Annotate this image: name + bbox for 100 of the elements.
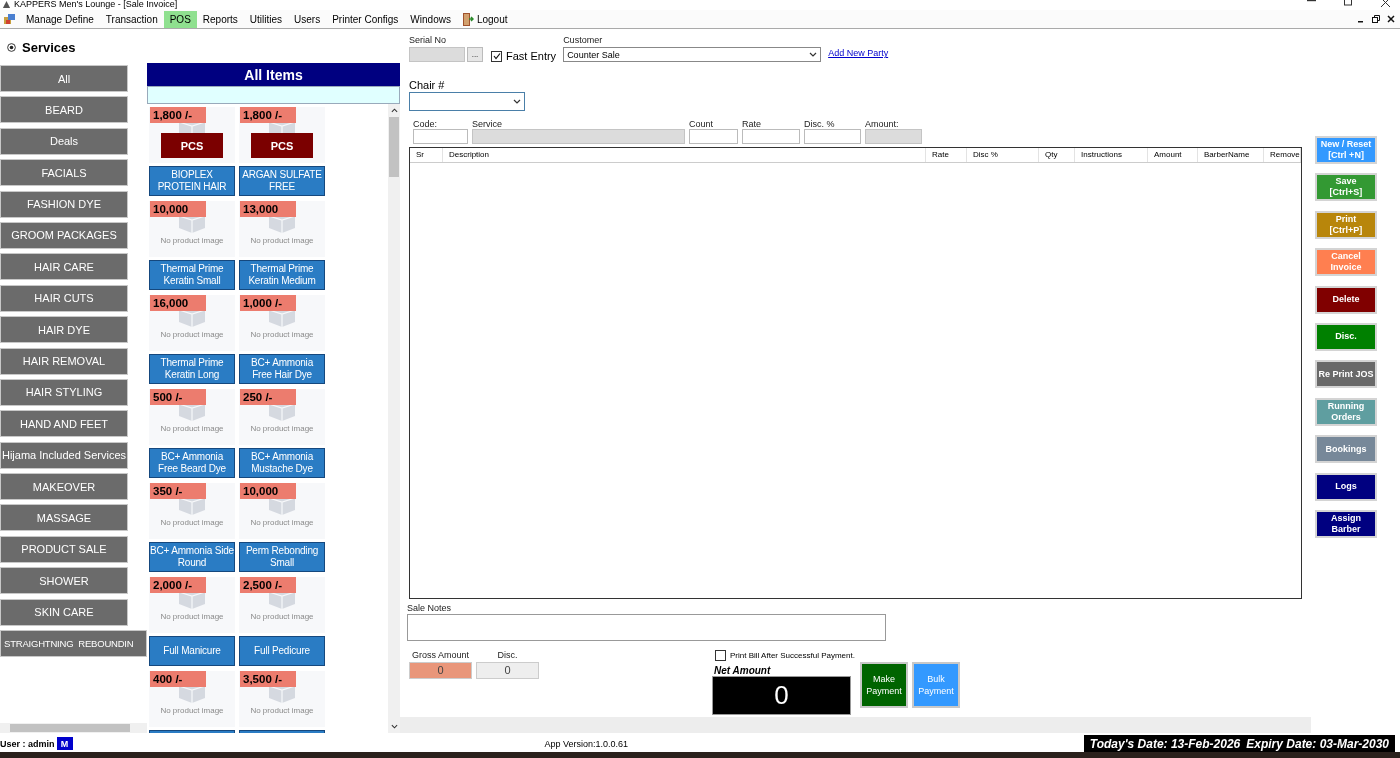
- vertical-scrollbar[interactable]: [388, 104, 400, 733]
- window-title: KAPPERS Men's Lounge - [Sale Invoice]: [14, 0, 178, 9]
- product-button[interactable]: BC+ Ammonia Free Beard Dye: [149, 448, 235, 478]
- category-button[interactable]: STRAIGHTNING REBOUNDIN: [0, 630, 147, 658]
- category-button[interactable]: All: [0, 65, 128, 92]
- product-tile[interactable]: No product image 2,500 /-: [239, 577, 325, 633]
- scroll-up-icon[interactable]: [390, 108, 398, 113]
- category-button[interactable]: FASHION DYE: [0, 190, 128, 218]
- notes-field[interactable]: [407, 614, 886, 641]
- product-tile[interactable]: No product image 3,500 /-: [239, 671, 325, 727]
- scroll-thumb[interactable]: [10, 724, 130, 732]
- product-button[interactable]: Thermal Prime Keratin Medium: [239, 260, 325, 290]
- product-tile[interactable]: No product image 1,000 /-: [239, 295, 325, 351]
- price-tag: 250 /-: [240, 389, 296, 405]
- category-button[interactable]: BEARD: [0, 96, 128, 124]
- product-button[interactable]: Thermal Prime Keratin Long: [149, 354, 235, 384]
- product-tile[interactable]: No product image 13,000: [239, 201, 325, 257]
- input-field[interactable]: [804, 129, 861, 144]
- browse-button[interactable]: ...: [467, 47, 483, 62]
- action-button[interactable]: Save [Ctrl+S]: [1315, 173, 1377, 202]
- column-header: Rate: [926, 148, 967, 162]
- product-button[interactable]: BC+ Ammonia Mustache Dye: [239, 448, 325, 478]
- field-label: Service: [472, 119, 503, 129]
- category-button[interactable]: HAIR STYLING: [0, 378, 128, 406]
- action-button[interactable]: Re Print JOS: [1315, 360, 1377, 389]
- product-button[interactable]: Full Manicure: [149, 636, 235, 666]
- category-button[interactable]: HAND AND FEET: [0, 410, 128, 438]
- product-tile[interactable]: No product image 400 /-: [149, 671, 235, 727]
- input-field[interactable]: [413, 129, 468, 144]
- product-tile[interactable]: 1,800 /- PCS: [149, 107, 235, 163]
- product-button[interactable]: BIOPLEX PROTEIN HAIR: [149, 166, 235, 196]
- close-icon[interactable]: [1381, 0, 1390, 7]
- product-tile[interactable]: No product image 10,000: [239, 483, 325, 539]
- action-button[interactable]: New / Reset [Ctrl +N]: [1315, 136, 1377, 164]
- logout-menu-item[interactable]: Logout: [456, 10, 514, 28]
- menu-item[interactable]: Utilities: [243, 10, 289, 28]
- product-tile[interactable]: No product image 350 /-: [149, 483, 235, 539]
- checkbox[interactable]: [715, 650, 726, 661]
- category-button[interactable]: HAIR DYE: [0, 316, 128, 344]
- customer-dropdown[interactable]: Counter Sale: [563, 47, 822, 62]
- product-tile[interactable]: No product image 10,000: [149, 201, 235, 257]
- product-button[interactable]: Perm Rebonding Small: [239, 542, 325, 572]
- menu-item[interactable]: Reports: [196, 10, 244, 28]
- action-button[interactable]: Delete: [1315, 285, 1377, 314]
- category-button[interactable]: Hijama Included Services: [0, 441, 128, 469]
- product-button[interactable]: Thermal Prime Keratin Small: [149, 260, 235, 290]
- section-title: Services: [22, 39, 76, 55]
- scroll-thumb[interactable]: [389, 117, 399, 177]
- product-tile[interactable]: No product image 2,000 /-: [149, 577, 235, 633]
- checkbox[interactable]: [491, 50, 502, 62]
- category-button[interactable]: HAIR CUTS: [0, 284, 128, 312]
- product-button[interactable]: BC+ Ammonia Side Round: [149, 542, 235, 572]
- category-button[interactable]: HAIR REMOVAL: [0, 347, 128, 375]
- menu-item[interactable]: Windows: [404, 10, 457, 28]
- product-tile[interactable]: No product image 16,000: [149, 295, 235, 351]
- category-button[interactable]: PRODUCT SALE: [0, 535, 128, 563]
- menu-item[interactable]: Manage Define: [20, 10, 100, 28]
- input-field[interactable]: [689, 129, 738, 144]
- menu-item[interactable]: Transaction: [99, 10, 164, 28]
- product-button[interactable]: ARGAN SULFATE FREE: [239, 166, 325, 196]
- serial-field[interactable]: [409, 47, 465, 62]
- app-menu-icon[interactable]: [4, 13, 15, 25]
- category-button[interactable]: MASSAGE: [0, 504, 128, 532]
- action-button[interactable]: Logs: [1315, 472, 1377, 501]
- payment-button[interactable]: Bulk Payment: [911, 662, 960, 708]
- input-field[interactable]: [742, 129, 800, 144]
- product-tile[interactable]: No product image 500 /-: [149, 389, 235, 445]
- chair-dropdown[interactable]: [409, 92, 525, 111]
- radio-icon[interactable]: [7, 42, 16, 52]
- image-caption: No product image: [250, 236, 314, 245]
- horizontal-scrollbar[interactable]: [0, 723, 147, 733]
- product-button[interactable]: Full Pedicure: [239, 636, 325, 666]
- category-button[interactable]: HAIR CARE: [0, 253, 128, 281]
- action-button[interactable]: Bookings: [1315, 435, 1377, 464]
- restore-icon[interactable]: [1344, 0, 1353, 7]
- action-button[interactable]: Print [Ctrl+P]: [1315, 210, 1377, 239]
- action-button[interactable]: Assign Barber: [1315, 509, 1377, 538]
- menu-item[interactable]: Users: [288, 10, 327, 28]
- category-button[interactable]: SHOWER: [0, 567, 128, 595]
- action-button[interactable]: Disc.: [1315, 322, 1377, 351]
- add-party-link[interactable]: Add New Party: [828, 48, 889, 58]
- category-button[interactable]: GROOM PACKAGES: [0, 221, 128, 249]
- action-button[interactable]: Running Orders: [1315, 397, 1377, 426]
- category-button[interactable]: MAKEOVER: [0, 473, 128, 501]
- column-header: Sr: [410, 148, 443, 162]
- menu-item[interactable]: Printer Configs: [326, 10, 405, 28]
- image-caption: No product image: [160, 424, 224, 433]
- product-tile[interactable]: 1,800 /- PCS: [239, 107, 325, 163]
- menu-item[interactable]: POS: [163, 10, 197, 28]
- field-label: Code:: [413, 119, 439, 129]
- category-button[interactable]: FACIALS: [0, 159, 128, 187]
- product-button[interactable]: BC+ Ammonia Free Hair Dye: [239, 354, 325, 384]
- scroll-down-icon[interactable]: [390, 724, 398, 729]
- close-icon[interactable]: [1387, 15, 1395, 23]
- user-badge: M: [56, 737, 73, 750]
- category-button[interactable]: Deals: [0, 127, 128, 155]
- restore-icon[interactable]: [1372, 15, 1380, 23]
- category-button[interactable]: SKIN CARE: [0, 598, 128, 626]
- payment-button[interactable]: Make Payment: [859, 662, 908, 708]
- product-tile[interactable]: No product image 250 /-: [239, 389, 325, 445]
